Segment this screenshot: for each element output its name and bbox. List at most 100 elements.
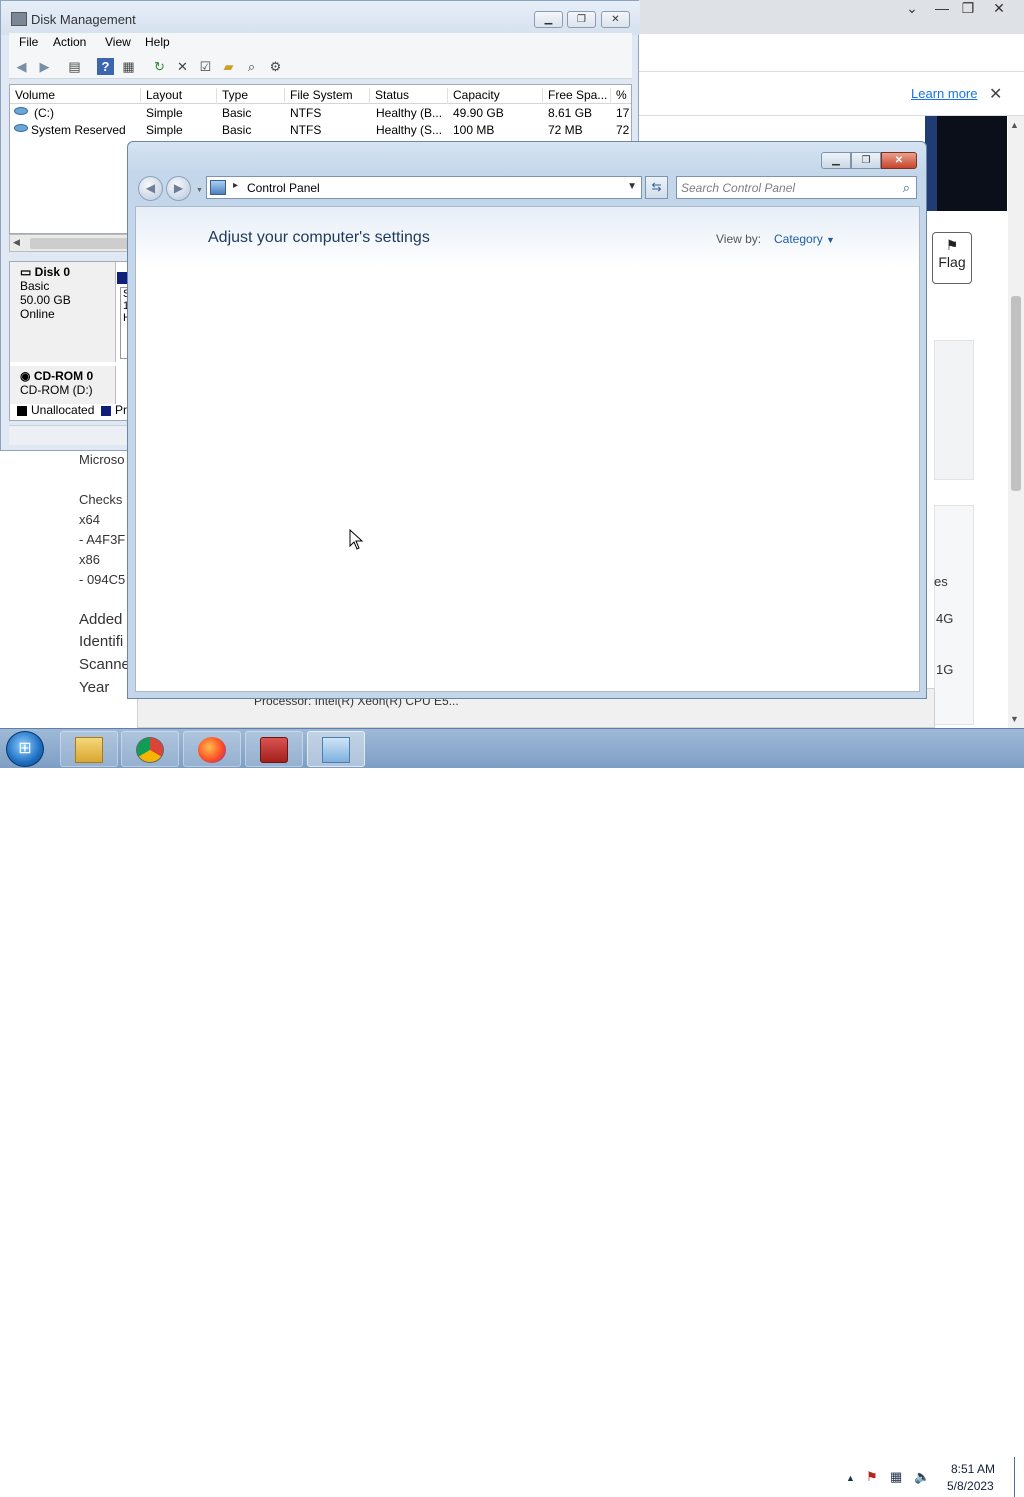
cell-capacity: 49.90 GB bbox=[453, 106, 504, 120]
breadcrumb-control-panel[interactable]: Control Panel bbox=[247, 181, 320, 195]
column-header-layout[interactable]: Layout bbox=[140, 88, 182, 104]
cell-capacity: 100 MB bbox=[453, 123, 495, 137]
menu-action[interactable]: Action bbox=[53, 35, 86, 49]
disk-0-name: ▭ Disk 0 bbox=[20, 265, 71, 279]
view-by-value: Category bbox=[774, 232, 823, 246]
view-by-dropdown[interactable]: Category ▼ bbox=[774, 232, 835, 246]
cell-filesystem: NTFS bbox=[290, 106, 322, 120]
page-text-line: Scanne bbox=[79, 656, 130, 673]
close-button[interactable]: ✕ bbox=[881, 152, 917, 169]
control-panel-icon bbox=[322, 737, 350, 763]
legend-label-primary: Pr bbox=[115, 403, 127, 417]
settings-icon[interactable]: ⚙ bbox=[267, 58, 284, 75]
delete-icon[interactable]: ✕ bbox=[174, 58, 191, 75]
learn-more-link[interactable]: Learn more bbox=[911, 86, 977, 101]
tab-list-chevron-icon[interactable]: ⌄ bbox=[897, 0, 927, 18]
page-text-line: x64 bbox=[79, 512, 100, 527]
start-button[interactable]: ⊞ bbox=[6, 731, 44, 767]
console-tree-icon[interactable]: ▤ bbox=[66, 58, 83, 75]
table-row[interactable]: System Reserved Simple Basic NTFS Health… bbox=[10, 122, 631, 139]
recent-pages-chevron-icon[interactable]: ▼ bbox=[196, 187, 203, 194]
cdrom-0-info[interactable]: ◉ CD-ROM 0 CD-ROM (D:) bbox=[10, 366, 116, 404]
horizontal-scrollbar[interactable]: ◀ bbox=[9, 234, 139, 252]
windows-logo-icon: ⊞ bbox=[18, 740, 32, 757]
scrollbar-thumb[interactable] bbox=[1011, 296, 1021, 491]
back-button[interactable]: ◀ bbox=[138, 176, 163, 201]
taskbar-chrome[interactable] bbox=[121, 731, 179, 767]
disk-management-app-icon bbox=[11, 12, 27, 26]
disk-size: 50.00 GB bbox=[20, 293, 71, 307]
scroll-up-icon[interactable]: ▲ bbox=[1010, 120, 1019, 130]
side-label: 4G bbox=[936, 611, 954, 626]
search-box[interactable]: ⌕ bbox=[676, 176, 917, 199]
show-desktop-button[interactable] bbox=[1014, 1457, 1024, 1497]
help-icon[interactable]: ? bbox=[97, 58, 114, 75]
cell-free-space: 72 MB bbox=[548, 123, 583, 137]
menu-file[interactable]: File bbox=[19, 35, 38, 49]
restore-icon[interactable]: ❐ bbox=[953, 0, 983, 18]
checklist-icon[interactable]: ☑ bbox=[197, 58, 214, 75]
breadcrumb-arrow-icon[interactable]: ▸ bbox=[233, 180, 238, 191]
page-scrollbar[interactable] bbox=[1008, 116, 1024, 728]
control-panel-titlebar[interactable]: ▁ ❐ ✕ bbox=[128, 142, 926, 174]
address-bar[interactable]: ▸ Control Panel ▼ bbox=[206, 176, 642, 199]
disk-management-titlebar[interactable]: Disk Management ▁ ❐ ✕ bbox=[1, 1, 640, 35]
address-bar-row: ◀ ▶ ▼ ▸ Control Panel ▼ ⇆ ⌕ bbox=[128, 174, 926, 204]
cell-percent-free: 72 bbox=[616, 123, 630, 137]
taskbar-explorer[interactable] bbox=[60, 731, 118, 767]
column-header-free-space[interactable]: Free Spa... bbox=[542, 88, 607, 104]
menu-bar: File Action View Help bbox=[9, 33, 632, 55]
cell-status: Healthy (S... bbox=[376, 123, 443, 137]
menu-help[interactable]: Help bbox=[145, 35, 170, 49]
clock-date[interactable]: 5/8/2023 bbox=[947, 1479, 994, 1493]
scroll-left-icon[interactable]: ◀ bbox=[13, 237, 20, 248]
forward-button[interactable]: ▶ bbox=[166, 176, 191, 201]
column-header-capacity[interactable]: Capacity bbox=[447, 88, 500, 104]
column-header-filesystem[interactable]: File System bbox=[284, 88, 353, 104]
minimize-button[interactable]: ▁ bbox=[821, 152, 851, 169]
column-header-type[interactable]: Type bbox=[216, 88, 248, 104]
address-dropdown-icon[interactable]: ▼ bbox=[627, 181, 637, 192]
disk-0-info[interactable]: ▭ Disk 0 Basic 50.00 GB Online bbox=[10, 262, 116, 362]
scrollbar-thumb[interactable] bbox=[30, 238, 135, 249]
refresh-button[interactable]: ⇆ bbox=[645, 176, 668, 199]
network-icon[interactable]: ▦ bbox=[890, 1469, 902, 1485]
view-by-label: View by: bbox=[716, 232, 762, 246]
back-arrow-icon[interactable]: ◀ bbox=[13, 58, 30, 75]
search-icon[interactable]: ⌕ bbox=[903, 180, 910, 196]
page-text-line: Identifi bbox=[79, 633, 124, 650]
show-hidden-icons-icon[interactable]: ▲ bbox=[846, 1473, 855, 1483]
flag-button[interactable]: ⚑ Flag bbox=[932, 232, 972, 284]
flag-label: Flag bbox=[938, 254, 966, 270]
search-zoom-icon[interactable]: ⌕ bbox=[243, 58, 260, 75]
infobar-close-icon[interactable]: ✕ bbox=[989, 84, 1002, 104]
close-button[interactable]: ✕ bbox=[601, 11, 630, 28]
maximize-button[interactable]: ❐ bbox=[851, 152, 881, 169]
open-folder-icon[interactable]: ▰ bbox=[220, 58, 237, 75]
refresh-icon[interactable]: ↻ bbox=[151, 58, 168, 75]
menu-view[interactable]: View bbox=[105, 35, 131, 49]
column-header-status[interactable]: Status bbox=[369, 88, 409, 104]
table-row[interactable]: (C:) Simple Basic NTFS Healthy (B... 49.… bbox=[10, 105, 631, 122]
properties-icon[interactable]: ▦ bbox=[120, 58, 137, 75]
taskbar-control-panel[interactable] bbox=[307, 731, 365, 767]
control-panel-window: ▁ ❐ ✕ ◀ ▶ ▼ ▸ Control Panel ▼ ⇆ ⌕ Adjust… bbox=[127, 141, 927, 699]
column-header-percent-free[interactable]: % F bbox=[610, 88, 631, 104]
taskbar-toolbox[interactable] bbox=[245, 731, 303, 767]
page-text-line: - 094C5 bbox=[79, 572, 126, 587]
disk-status: Online bbox=[20, 307, 55, 321]
action-center-icon[interactable]: ⚑ bbox=[866, 1469, 878, 1485]
column-header-volume[interactable]: Volume bbox=[10, 88, 55, 104]
search-input[interactable] bbox=[681, 179, 891, 196]
volume-icon[interactable]: 🔈 bbox=[914, 1469, 930, 1485]
control-panel-icon bbox=[210, 180, 226, 195]
taskbar-firefox[interactable] bbox=[183, 731, 241, 767]
maximize-button[interactable]: ❐ bbox=[567, 11, 596, 28]
minimize-button[interactable]: ▁ bbox=[534, 11, 563, 28]
chrome-icon bbox=[136, 737, 164, 763]
scroll-down-icon[interactable]: ▼ bbox=[1010, 714, 1019, 724]
forward-arrow-icon[interactable]: ▶ bbox=[36, 58, 53, 75]
clock-time[interactable]: 8:51 AM bbox=[951, 1462, 995, 1476]
close-icon[interactable]: ✕ bbox=[984, 0, 1014, 18]
side-label: es bbox=[934, 574, 948, 589]
